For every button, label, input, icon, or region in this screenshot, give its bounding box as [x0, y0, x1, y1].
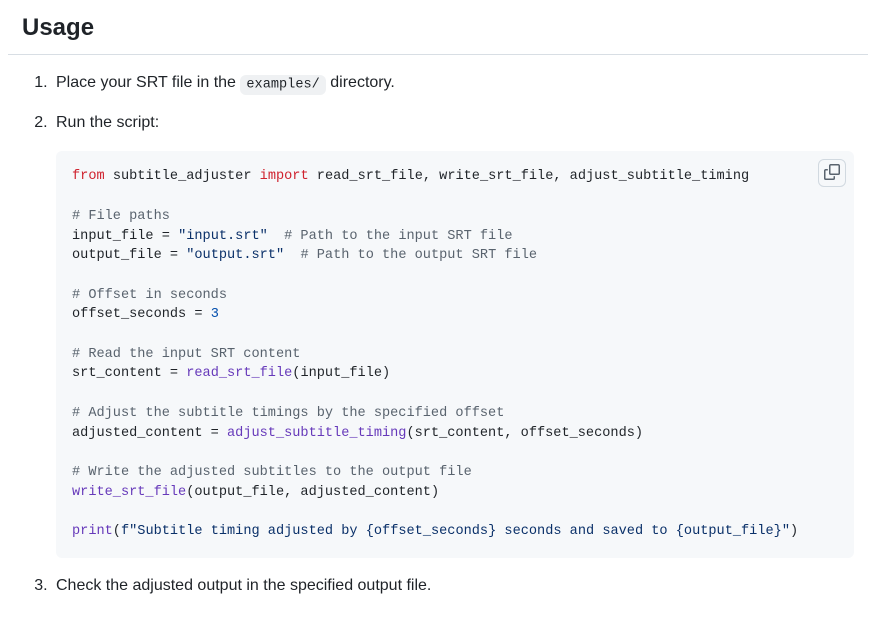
readme-section: Usage Place your SRT file in the example… [8, 10, 868, 598]
step-2-text: Run the script: [56, 111, 854, 135]
brace: { [366, 524, 374, 539]
keyword-from: from [72, 169, 105, 184]
fstring-var: output_file [684, 524, 774, 539]
list-item: Place your SRT file in the examples/ dir… [52, 71, 854, 95]
string-text: f"Subtitle timing adjusted by [121, 524, 366, 539]
module-name: subtitle_adjuster [113, 169, 252, 184]
import-names: read_srt_file, write_srt_file, adjust_su… [317, 169, 749, 184]
code-block-container: from subtitle_adjuster import read_srt_f… [56, 151, 854, 557]
code-text: (output_file, adjusted_content) [186, 485, 439, 500]
usage-steps-list: Place your SRT file in the examples/ dir… [8, 71, 868, 598]
step-1-text: Place your SRT file in the examples/ dir… [56, 71, 854, 95]
fstring: f"Subtitle timing adjusted by {offset_se… [121, 524, 790, 539]
comment: # Path to the input SRT file [268, 229, 513, 244]
copy-icon [824, 164, 840, 183]
string-literal: "input.srt" [178, 229, 268, 244]
text-fragment: Place your SRT file in the [56, 74, 240, 91]
code-text: (srt_content, offset_seconds) [406, 426, 643, 441]
string-text: seconds and saved to [496, 524, 675, 539]
string-text: " [782, 524, 790, 539]
step-3-text: Check the adjusted output in the specifi… [56, 574, 854, 598]
comment: # File paths [72, 209, 170, 224]
section-heading-usage: Usage [8, 10, 868, 55]
function-call: read_srt_file [186, 366, 292, 381]
copy-button[interactable] [818, 159, 846, 187]
brace: } [774, 524, 782, 539]
code-text: ) [790, 524, 798, 539]
function-call: print [72, 524, 113, 539]
code-text: (input_file) [292, 366, 390, 381]
python-code-block: from subtitle_adjuster import read_srt_f… [72, 167, 838, 541]
code-text: srt_content = [72, 366, 186, 381]
inline-code-examples-dir: examples/ [240, 75, 325, 95]
brace: { [676, 524, 684, 539]
comment: # Read the input SRT content [72, 347, 300, 362]
code-text: adjusted_content = [72, 426, 227, 441]
function-call: write_srt_file [72, 485, 186, 500]
string-literal: "output.srt" [186, 248, 284, 263]
text-fragment: directory. [326, 74, 395, 91]
fstring-var: offset_seconds [374, 524, 488, 539]
list-item: Run the script: from subtitle_adjuster i… [52, 111, 854, 557]
number-literal: 3 [211, 307, 219, 322]
comment: # Write the adjusted subtitles to the ou… [72, 465, 472, 480]
code-text: output_file = [72, 248, 186, 263]
function-call: adjust_subtitle_timing [227, 426, 406, 441]
comment: # Path to the output SRT file [284, 248, 537, 263]
list-item: Check the adjusted output in the specifi… [52, 574, 854, 598]
comment: # Offset in seconds [72, 288, 227, 303]
comment: # Adjust the subtitle timings by the spe… [72, 406, 504, 421]
code-text: ( [113, 524, 121, 539]
keyword-import: import [260, 169, 309, 184]
code-text: offset_seconds = [72, 307, 211, 322]
code-text: input_file = [72, 229, 178, 244]
